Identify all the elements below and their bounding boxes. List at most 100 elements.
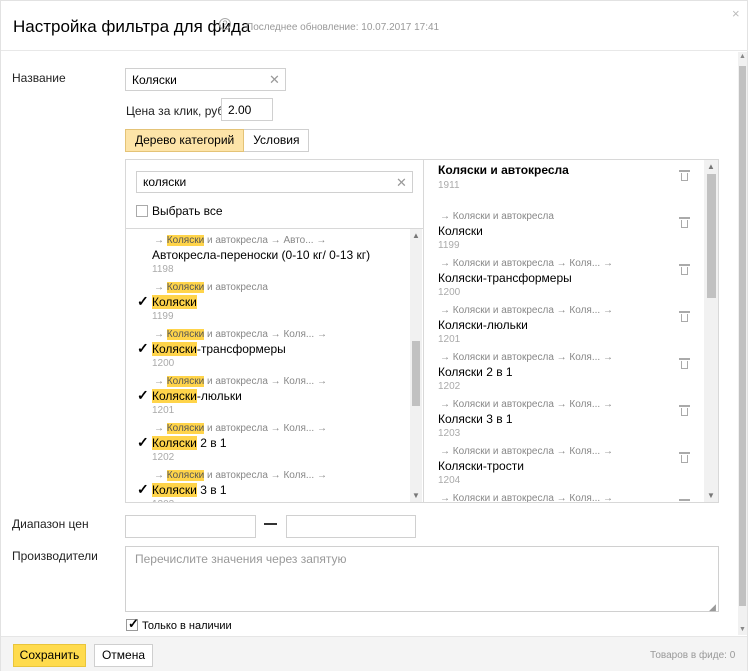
category-name: Коляски 2 в 1 xyxy=(438,365,513,379)
category-path: → Коляски и автокресла → Коля... → xyxy=(440,352,613,363)
dialog-title: Настройка фильтра для фида xyxy=(13,17,251,36)
trash-icon[interactable] xyxy=(679,452,690,463)
selected-list-scrollbar[interactable]: ▲ ▼ xyxy=(704,160,718,502)
trash-can xyxy=(681,173,688,181)
scroll-down-arrow-icon[interactable]: ▼ xyxy=(707,491,715,500)
scroll-up-arrow-icon[interactable]: ▲ xyxy=(412,231,420,240)
list-item[interactable]: → Коляски и автокресла → Авто... → Автокр… xyxy=(126,229,410,276)
trash-icon[interactable] xyxy=(679,217,690,228)
tab-conditions[interactable]: Условия xyxy=(244,129,310,152)
trash-lid xyxy=(679,264,690,266)
match-highlight: Коляски xyxy=(152,436,197,450)
cpc-input[interactable] xyxy=(221,98,273,121)
range-dash xyxy=(264,523,277,525)
selected-item: Коляски и автокресла 1911 xyxy=(424,160,704,207)
category-name: Коляски-трансформеры xyxy=(152,342,286,356)
cancel-button[interactable]: Отмена xyxy=(94,644,153,667)
category-path: → Коляски и автокресла → Коля... → xyxy=(440,305,613,316)
category-id: 1202 xyxy=(152,452,175,463)
close-icon[interactable]: × xyxy=(732,7,740,20)
name-rest: -трансформеры xyxy=(196,342,286,356)
resize-grip-icon[interactable]: ◢ xyxy=(709,602,716,613)
trash-can xyxy=(681,455,688,463)
dialog-footer: Сохранить Отмена Товаров в фиде: 0 xyxy=(1,636,747,671)
selected-item: → Коляски и автокресла → Коля... → Коляск… xyxy=(424,254,704,301)
match-highlight: Коляски xyxy=(152,342,197,356)
trash-icon[interactable] xyxy=(679,358,690,369)
list-item[interactable]: → Коляски и автокресла ✓ Коляски 1199 xyxy=(126,276,410,323)
category-path: → Коляски и автокресла → Коля... → xyxy=(440,493,613,502)
checkmark-icon: ✓ xyxy=(137,340,149,356)
scroll-up-arrow-icon[interactable]: ▲ xyxy=(739,53,746,60)
dialog-header: Настройка фильтра для фида ? Последнее о… xyxy=(1,1,748,51)
list-item[interactable]: → Коляски и автокресла → Коля... → ✓ Коляс… xyxy=(126,323,410,370)
category-name: Коляски-люльки xyxy=(152,389,242,403)
feed-items-count: Товаров в фиде: 0 xyxy=(650,650,736,661)
category-path: → Коляски и автокресла xyxy=(154,282,268,293)
trash-lid xyxy=(679,217,690,219)
selected-item: → Коляски и автокресла Коляски 1199 xyxy=(424,207,704,254)
clear-name-icon[interactable]: ✕ xyxy=(269,73,280,86)
category-id: 1911 xyxy=(438,180,460,191)
path-rest: и автокресла → Авто... → xyxy=(204,235,327,246)
checkmark-icon: ✓ xyxy=(137,293,149,309)
checkmark-icon: ✓ xyxy=(137,434,149,450)
trash-can xyxy=(681,220,688,228)
trash-icon[interactable] xyxy=(679,264,690,275)
category-id: 1199 xyxy=(152,311,174,322)
scroll-down-arrow-icon[interactable]: ▼ xyxy=(739,626,746,633)
producers-textarea[interactable]: Перечислите значения через запятую xyxy=(125,546,719,612)
found-list-scrollbar[interactable]: ▲ ▼ xyxy=(410,229,422,502)
category-id: 1199 xyxy=(438,240,460,251)
clear-search-icon[interactable]: ✕ xyxy=(396,175,407,191)
category-name: Автокресла-переноски (0-10 кг/ 0-13 кг) xyxy=(152,248,370,262)
save-button[interactable]: Сохранить xyxy=(13,644,86,667)
trash-lid xyxy=(679,311,690,313)
price-from-input[interactable] xyxy=(125,515,256,538)
scrollbar-thumb[interactable] xyxy=(739,66,746,606)
help-icon[interactable]: ? xyxy=(219,18,231,30)
scroll-up-arrow-icon[interactable]: ▲ xyxy=(707,162,715,171)
trash-lid xyxy=(679,452,690,454)
name-label: Название xyxy=(12,71,66,85)
category-name: Коляски xyxy=(438,224,483,238)
selected-item: → Коляски и автокресла → Коля... → Коляск… xyxy=(424,395,704,442)
path-rest: и автокресла → Коля... → xyxy=(204,423,327,434)
scrollbar-thumb[interactable] xyxy=(412,341,420,406)
selected-item: → Коляски и автокресла → Коля... → Коляск… xyxy=(424,348,704,395)
cpc-label: Цена за клик, руб. xyxy=(126,104,228,118)
name-input[interactable] xyxy=(125,68,286,91)
path-rest: и автокресла → Коля... → xyxy=(204,329,327,340)
trash-icon[interactable] xyxy=(679,405,690,416)
trash-can xyxy=(681,267,688,275)
trash-icon[interactable] xyxy=(679,311,690,322)
found-categories-list: → Коляски и автокресла → Авто... → Автокр… xyxy=(126,229,410,502)
price-to-input[interactable] xyxy=(286,515,416,538)
category-tree-panel: ✕ Выбрать все → Коляски и автокресла → А… xyxy=(125,159,719,503)
selected-categories-list: Коляски и автокресла 1911 → Коляски и авто… xyxy=(424,160,704,502)
filter-mode-tabs: Дерево категорий Условия xyxy=(125,129,310,152)
dialog-scrollbar[interactable]: ▲ ▼ xyxy=(738,52,747,635)
in-stock-label[interactable]: Только в наличии xyxy=(142,620,232,632)
list-item[interactable]: → Коляски и автокресла → Коля... → ✓ Коляс… xyxy=(126,464,410,502)
name-rest: Автокресла-переноски (0-10 кг/ 0-13 кг) xyxy=(152,248,371,262)
checkmark-icon: ✓ xyxy=(137,387,149,403)
trash-icon[interactable] xyxy=(679,499,690,502)
in-stock-checkbox[interactable]: ✓ xyxy=(126,616,139,631)
scrollbar-thumb[interactable] xyxy=(707,174,716,298)
trash-icon[interactable] xyxy=(679,170,690,181)
tab-category-tree[interactable]: Дерево категорий xyxy=(125,129,245,152)
match-highlight: Коляски xyxy=(166,282,205,293)
name-rest: 3 в 1 xyxy=(196,483,227,497)
category-id: 1198 xyxy=(152,264,174,275)
category-name: Коляски 3 в 1 xyxy=(152,483,227,497)
select-all-checkbox[interactable] xyxy=(136,205,148,217)
path-rest: и автокресла → Коля... → xyxy=(204,376,327,387)
category-search-input[interactable] xyxy=(136,171,413,193)
scroll-down-arrow-icon[interactable]: ▼ xyxy=(412,491,420,500)
list-item[interactable]: → Коляски и автокресла → Коля... → ✓ Коляс… xyxy=(126,370,410,417)
category-id: 1203 xyxy=(152,499,174,502)
category-name: Коляски xyxy=(152,295,197,309)
list-item[interactable]: → Коляски и автокресла → Коля... → ✓ Коляс… xyxy=(126,417,410,464)
select-all-label[interactable]: Выбрать все xyxy=(152,204,223,218)
